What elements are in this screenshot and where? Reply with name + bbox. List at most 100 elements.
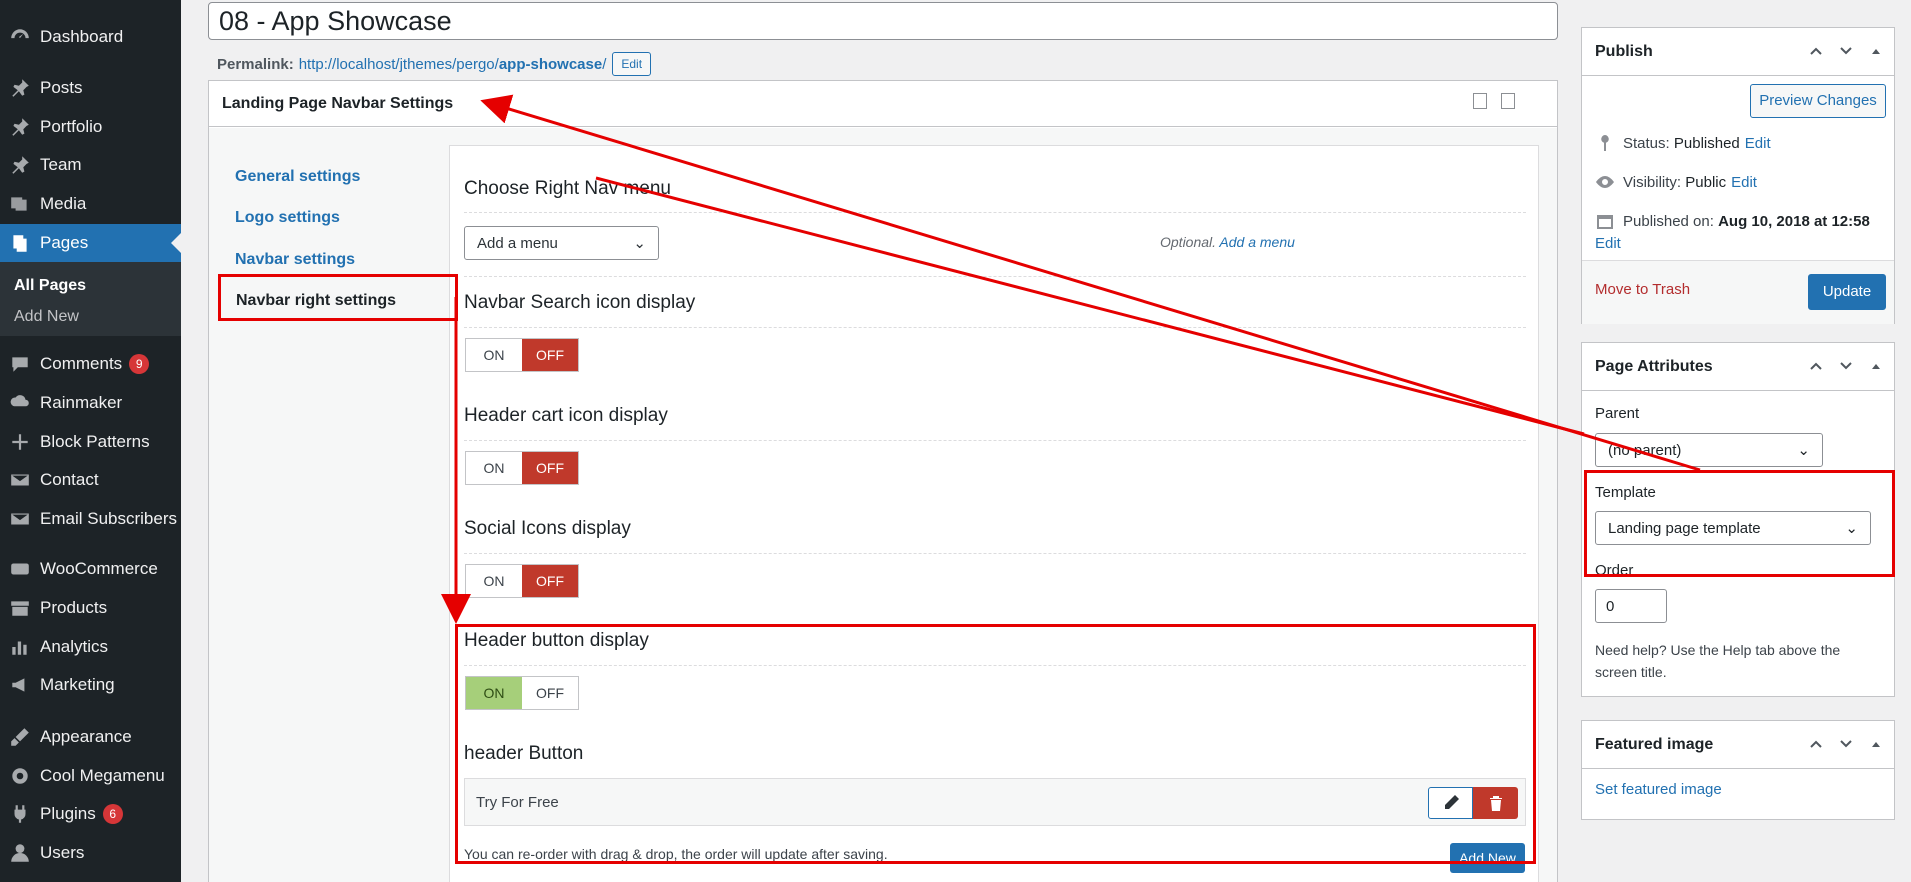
search-icon-toggle[interactable]: ON OFF <box>465 338 579 372</box>
separator <box>464 553 1526 554</box>
menu-label: Comments <box>40 354 123 373</box>
menu-pages[interactable]: Pages <box>0 224 181 262</box>
chevron-down-icon[interactable] <box>1838 358 1854 374</box>
menu-analytics[interactable]: Analytics <box>0 628 181 666</box>
order-input[interactable]: 0 <box>1595 589 1667 623</box>
help-text: Need help? Use the Help tab above the sc… <box>1595 642 1841 680</box>
status-label: Status: <box>1623 134 1670 152</box>
toggle-panel-icon[interactable] <box>1868 43 1884 59</box>
menu-marketing[interactable]: Marketing <box>0 666 181 704</box>
calendar-icon <box>1597 215 1613 229</box>
toggle-off[interactable]: OFF <box>522 452 578 484</box>
menu-dashboard[interactable]: Dashboard <box>0 18 181 56</box>
separator <box>464 440 1526 441</box>
chevron-down-icon[interactable] <box>1838 43 1854 59</box>
menu-rainmaker[interactable]: Rainmaker <box>0 384 181 422</box>
publish-header: Publish <box>1582 28 1894 76</box>
move-to-trash-link[interactable]: Move to Trash <box>1595 281 1690 298</box>
menu-portfolio[interactable]: Portfolio <box>0 108 181 146</box>
optional-prefix: Optional. <box>1160 234 1217 250</box>
publish-box: Publish Preview Changes Status: Publishe… <box>1581 27 1895 324</box>
menu-users[interactable]: Users <box>0 834 181 872</box>
publish-title: Publish <box>1595 43 1653 60</box>
menu-media[interactable]: Media <box>0 185 181 223</box>
right-nav-menu-select[interactable]: Add a menu ⌄ <box>464 226 659 260</box>
menu-products[interactable]: Products <box>0 589 181 627</box>
toggle-panel-icon[interactable] <box>1868 358 1884 374</box>
collapse-icon[interactable] <box>1501 93 1515 109</box>
add-menu-link[interactable]: Add a menu <box>1219 234 1295 250</box>
archive-icon <box>0 597 40 619</box>
preview-changes-button[interactable]: Preview Changes <box>1750 84 1886 118</box>
menu-label: Contact <box>40 470 99 489</box>
update-button[interactable]: Update <box>1808 274 1886 310</box>
featured-image-title: Featured image <box>1595 736 1714 753</box>
gear-icon <box>0 765 40 787</box>
mail-icon <box>0 469 40 491</box>
parent-select[interactable]: (no parent) ⌄ <box>1595 433 1823 467</box>
menu-team[interactable]: Team <box>0 146 181 184</box>
permalink-link[interactable]: http://localhost/jthemes/pergo/app-showc… <box>299 56 607 73</box>
media-icon <box>0 193 40 215</box>
menu-posts[interactable]: Posts <box>0 69 181 107</box>
status-edit-link[interactable]: Edit <box>1745 135 1771 152</box>
permalink-slug: app-showcase <box>498 55 603 73</box>
submenu-all-pages[interactable]: All Pages <box>14 277 86 295</box>
separator <box>464 212 1526 213</box>
tab-general-settings[interactable]: General settings <box>235 168 360 186</box>
social-icons-toggle[interactable]: ON OFF <box>465 564 579 598</box>
social-icons-display-title: Social Icons display <box>464 518 631 539</box>
menu-label: Analytics <box>40 637 109 656</box>
toggle-panel-icon[interactable] <box>1868 736 1884 752</box>
chevron-up-icon[interactable] <box>1808 736 1824 752</box>
featured-image-box: Featured image Set featured image <box>1581 720 1895 820</box>
permalink-edit-button[interactable]: Edit <box>612 52 652 76</box>
menu-woocommerce[interactable]: WooCommerce <box>0 550 181 588</box>
highlight-template <box>1584 470 1895 577</box>
tab-logo-settings[interactable]: Logo settings <box>235 209 340 227</box>
toggle-on[interactable]: ON <box>466 565 522 597</box>
pin-icon <box>0 154 40 176</box>
expand-icon[interactable] <box>1473 93 1487 109</box>
box-controls <box>1808 736 1884 752</box>
menu-contact[interactable]: Contact <box>0 461 181 499</box>
submenu-add-new[interactable]: Add New <box>14 308 79 326</box>
menu-plugins[interactable]: Plugins 6 <box>0 795 181 833</box>
highlight-navbar-right-tab <box>218 274 458 321</box>
tab-navbar-settings[interactable]: Navbar settings <box>235 251 355 269</box>
menu-label: Products <box>40 598 108 617</box>
megaphone-icon <box>0 674 40 696</box>
toggle-off[interactable]: OFF <box>522 339 578 371</box>
menu-comments[interactable]: Comments 9 <box>0 345 181 383</box>
cart-icon-toggle[interactable]: ON OFF <box>465 451 579 485</box>
published-edit-link[interactable]: Edit <box>1595 235 1621 252</box>
menu-label: Block Patterns <box>40 432 150 451</box>
metabox-header: Landing Page Navbar Settings <box>209 81 1557 127</box>
menu-label: Dashboard <box>40 27 124 46</box>
dashboard-icon <box>0 26 40 48</box>
chevron-up-icon[interactable] <box>1808 358 1824 374</box>
menu-email-subscribers[interactable]: Email Subscribers <box>0 500 181 538</box>
featured-image-header: Featured image <box>1582 721 1894 769</box>
toggle-on[interactable]: ON <box>466 339 522 371</box>
menu-appearance[interactable]: Appearance <box>0 718 181 756</box>
menu-block-patterns[interactable]: Block Patterns <box>0 423 181 461</box>
menu-label: Rainmaker <box>40 393 123 412</box>
menu-label: Posts <box>40 78 83 97</box>
brush-icon <box>0 726 40 748</box>
pin-icon <box>1601 135 1609 151</box>
chart-icon <box>0 636 40 658</box>
menu-label: Appearance <box>40 727 132 746</box>
visibility-edit-link[interactable]: Edit <box>1731 174 1757 191</box>
chevron-up-icon[interactable] <box>1808 43 1824 59</box>
permalink-row: Permalink: http://localhost/jthemes/perg… <box>217 52 652 76</box>
toggle-on[interactable]: ON <box>466 452 522 484</box>
menu-label: Team <box>40 155 82 174</box>
chevron-down-icon[interactable] <box>1838 736 1854 752</box>
set-featured-image-link[interactable]: Set featured image <box>1595 781 1722 798</box>
pages-submenu: All Pages Add New <box>0 262 181 336</box>
toggle-off[interactable]: OFF <box>522 565 578 597</box>
menu-cool-megamenu[interactable]: Cool Megamenu <box>0 757 181 795</box>
post-title-input[interactable]: 08 - App Showcase <box>208 2 1558 40</box>
published-value: Aug 10, 2018 at 12:58 <box>1718 212 1870 230</box>
